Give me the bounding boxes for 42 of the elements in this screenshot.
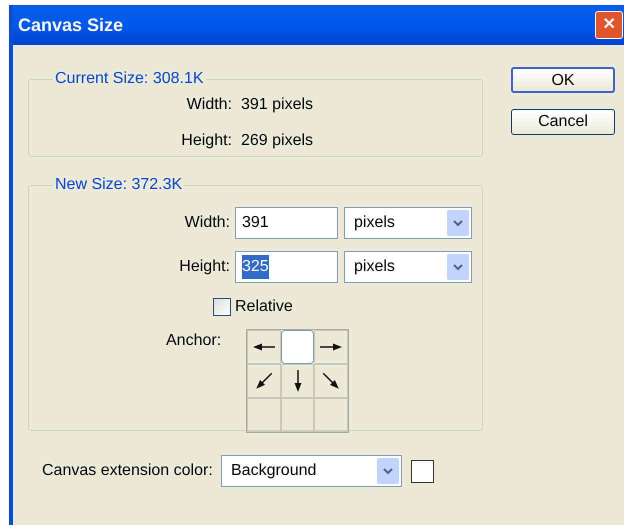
dropdown-button[interactable] xyxy=(447,210,469,236)
caret-icon xyxy=(383,468,393,474)
input-field[interactable]: 391 xyxy=(235,207,338,239)
anchor-cell[interactable] xyxy=(247,398,281,432)
anchor-cell[interactable] xyxy=(247,330,281,364)
group-title: New Size: 372.3K xyxy=(54,175,184,195)
dropdown-button[interactable] xyxy=(377,458,399,484)
anchor-cell[interactable] xyxy=(314,398,348,432)
anchor-cell[interactable] xyxy=(280,330,314,364)
anchor-cell[interactable] xyxy=(314,330,348,364)
checkbox[interactable] xyxy=(213,298,231,316)
arrow-icon xyxy=(319,343,344,351)
unit-dropdown[interactable]: pixels xyxy=(344,207,472,239)
dialog-button[interactable]: OK xyxy=(511,67,615,93)
anchor-cell[interactable] xyxy=(280,364,314,398)
field-label: Height: xyxy=(180,131,232,151)
arrow-icon xyxy=(252,343,276,351)
close-button[interactable]: ✕ xyxy=(595,11,623,39)
field-value: 391 pixels xyxy=(241,95,314,115)
field-label: Width: xyxy=(186,95,232,115)
field-value: 269 pixels xyxy=(241,131,314,151)
color-dropdown[interactable]: Background xyxy=(221,455,402,487)
arrow-icon xyxy=(294,369,302,393)
color-swatch[interactable] xyxy=(411,460,434,482)
window-title: Canvas Size xyxy=(18,14,124,36)
caret-icon xyxy=(453,220,463,226)
field-label: Canvas extension color: xyxy=(42,461,214,481)
input-field[interactable]: 325 xyxy=(235,251,338,283)
field-label: Height: xyxy=(178,257,230,277)
dropdown-button[interactable] xyxy=(447,254,469,280)
anchor-cell[interactable] xyxy=(280,398,314,432)
caret-icon xyxy=(453,264,463,270)
anchor-cell[interactable] xyxy=(314,364,348,398)
group-title: Current Size: 308.1K xyxy=(54,69,205,89)
dialog-button[interactable]: Cancel xyxy=(511,109,615,135)
field-label: Width: xyxy=(184,213,230,233)
unit-dropdown[interactable]: pixels xyxy=(344,251,472,283)
anchor-cell[interactable] xyxy=(247,364,281,398)
arrow-icon xyxy=(322,372,340,390)
checkbox-label: Relative xyxy=(235,297,293,317)
arrow-icon xyxy=(254,372,273,390)
anchor-label: Anchor: xyxy=(166,331,222,351)
